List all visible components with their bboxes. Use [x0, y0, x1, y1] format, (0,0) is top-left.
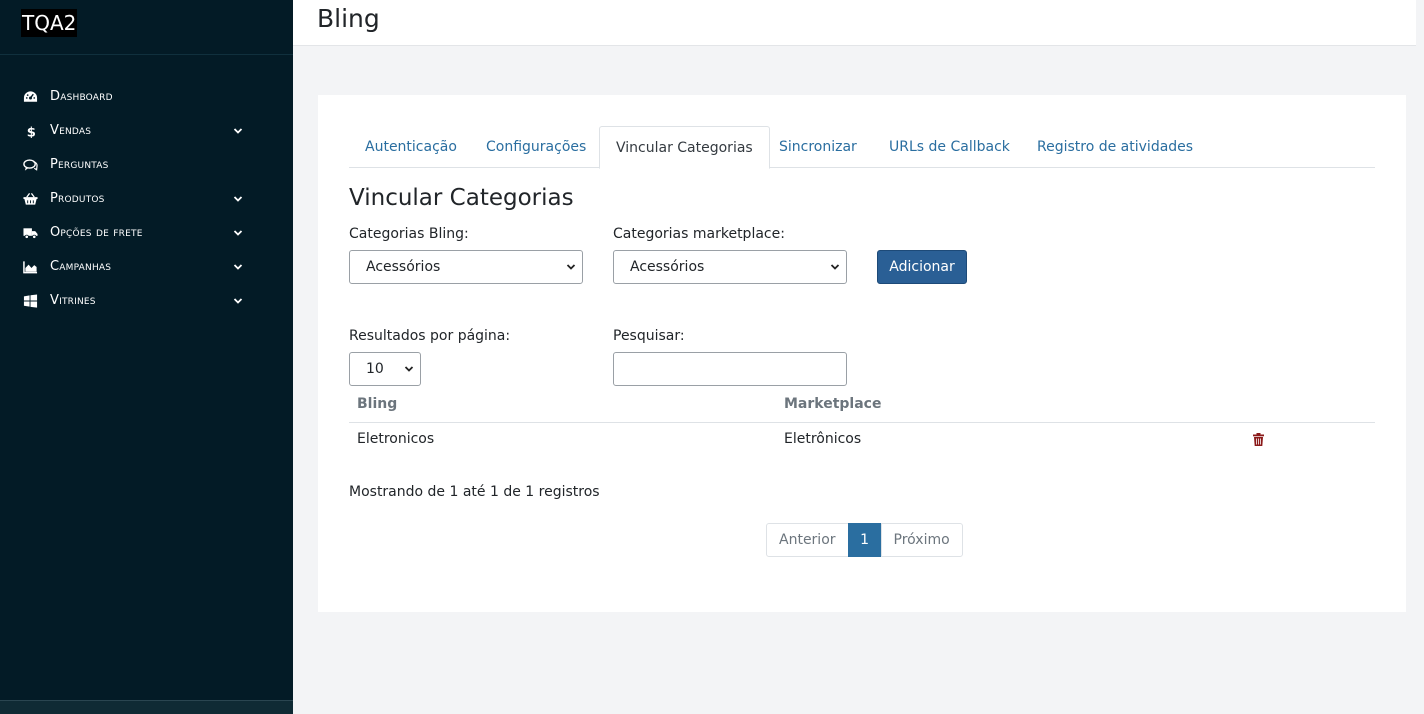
- sidebar-item-label: Opções de frete: [50, 225, 143, 240]
- sidebar-item-perguntas[interactable]: Perguntas: [0, 148, 293, 182]
- records-info: Mostrando de 1 até 1 de 1 registros: [349, 484, 600, 500]
- tab-autenticacao[interactable]: Autenticação: [349, 126, 473, 168]
- comments-icon: [23, 158, 38, 172]
- chevron-down-icon: [233, 126, 243, 136]
- select-value: Acessórios: [366, 259, 441, 275]
- sidebar: TQA2 Dashboard $ Vendas Perguntas Produt…: [0, 0, 293, 714]
- section-title: Vincular Categorias: [349, 185, 574, 211]
- pagination: Anterior 1 Próximo: [766, 523, 963, 557]
- sidebar-item-produtos[interactable]: Produtos: [0, 182, 293, 216]
- chevron-down-icon: [233, 194, 243, 204]
- truck-icon: [23, 226, 38, 240]
- tab-vincular-categorias[interactable]: Vincular Categorias: [599, 126, 770, 169]
- tab-sincronizar[interactable]: Sincronizar: [763, 126, 873, 168]
- table-row: Eletronicos Eletrônicos: [349, 423, 1375, 457]
- tab-urls-callback[interactable]: URLs de Callback: [873, 126, 1026, 168]
- dashboard-icon: [23, 90, 38, 104]
- chevron-down-icon: [233, 228, 243, 238]
- page-title: Bling: [317, 4, 380, 33]
- sidebar-footer: [0, 700, 293, 714]
- sidebar-item-dashboard[interactable]: Dashboard: [0, 80, 293, 114]
- per-page-select[interactable]: 10: [349, 352, 421, 386]
- chevron-down-icon: [404, 364, 414, 374]
- sidebar-item-opcoes-frete[interactable]: Opções de frete: [0, 216, 293, 250]
- chevron-down-icon: [830, 262, 840, 272]
- marketplace-categories-label: Categorias marketplace:: [613, 226, 785, 242]
- select-value: Acessórios: [630, 259, 705, 275]
- chevron-down-icon: [566, 262, 576, 272]
- sidebar-item-vendas[interactable]: $ Vendas: [0, 114, 293, 148]
- sidebar-item-label: Perguntas: [50, 157, 109, 172]
- area-chart-icon: [23, 260, 38, 274]
- content-card: Autenticação Configurações Vincular Cate…: [318, 95, 1406, 612]
- column-header-bling[interactable]: Bling: [357, 396, 397, 412]
- sidebar-item-label: Vendas: [50, 123, 92, 138]
- per-page-label: Resultados por página:: [349, 328, 511, 344]
- trash-icon[interactable]: [1253, 433, 1264, 446]
- marketplace-categories-select[interactable]: Acessórios: [613, 250, 847, 284]
- chevron-down-icon: [233, 262, 243, 272]
- column-header-marketplace[interactable]: Marketplace: [784, 396, 881, 412]
- sidebar-divider: [0, 54, 293, 55]
- basket-icon: [23, 192, 38, 206]
- tab-bar: Autenticação Configurações Vincular Cate…: [349, 126, 1375, 169]
- page-scrollbar[interactable]: [1416, 0, 1424, 714]
- tab-configuracoes[interactable]: Configurações: [470, 126, 602, 168]
- pagination-previous[interactable]: Anterior: [766, 523, 849, 557]
- search-label: Pesquisar:: [613, 328, 685, 344]
- cell-bling: Eletronicos: [357, 431, 435, 447]
- svg-text:$: $: [27, 126, 36, 138]
- brand-logo[interactable]: TQA2: [21, 9, 78, 37]
- table-header: Bling Marketplace: [349, 387, 1375, 423]
- bling-categories-label: Categorias Bling:: [349, 226, 469, 242]
- sidebar-item-label: Vitrines: [50, 293, 96, 308]
- pagination-page-1[interactable]: 1: [847, 523, 882, 557]
- sidebar-item-campanhas[interactable]: Campanhas: [0, 250, 293, 284]
- bling-categories-select[interactable]: Acessórios: [349, 250, 583, 284]
- sidebar-item-vitrines[interactable]: Vitrines: [0, 284, 293, 318]
- tab-registro-atividades[interactable]: Registro de atividades: [1021, 126, 1209, 168]
- windows-icon: [23, 294, 38, 308]
- top-bar: Bling: [293, 0, 1424, 46]
- pagination-next[interactable]: Próximo: [880, 523, 963, 557]
- sidebar-item-label: Dashboard: [50, 89, 113, 104]
- dollar-icon: $: [23, 124, 38, 138]
- select-value: 10: [366, 361, 384, 377]
- sidebar-nav: Dashboard $ Vendas Perguntas Produtos Op…: [0, 80, 293, 318]
- search-input[interactable]: [613, 352, 847, 386]
- chevron-down-icon: [233, 296, 243, 306]
- add-button[interactable]: Adicionar: [877, 250, 967, 284]
- sidebar-item-label: Campanhas: [50, 259, 112, 274]
- cell-marketplace: Eletrônicos: [784, 431, 862, 447]
- sidebar-item-label: Produtos: [50, 191, 105, 206]
